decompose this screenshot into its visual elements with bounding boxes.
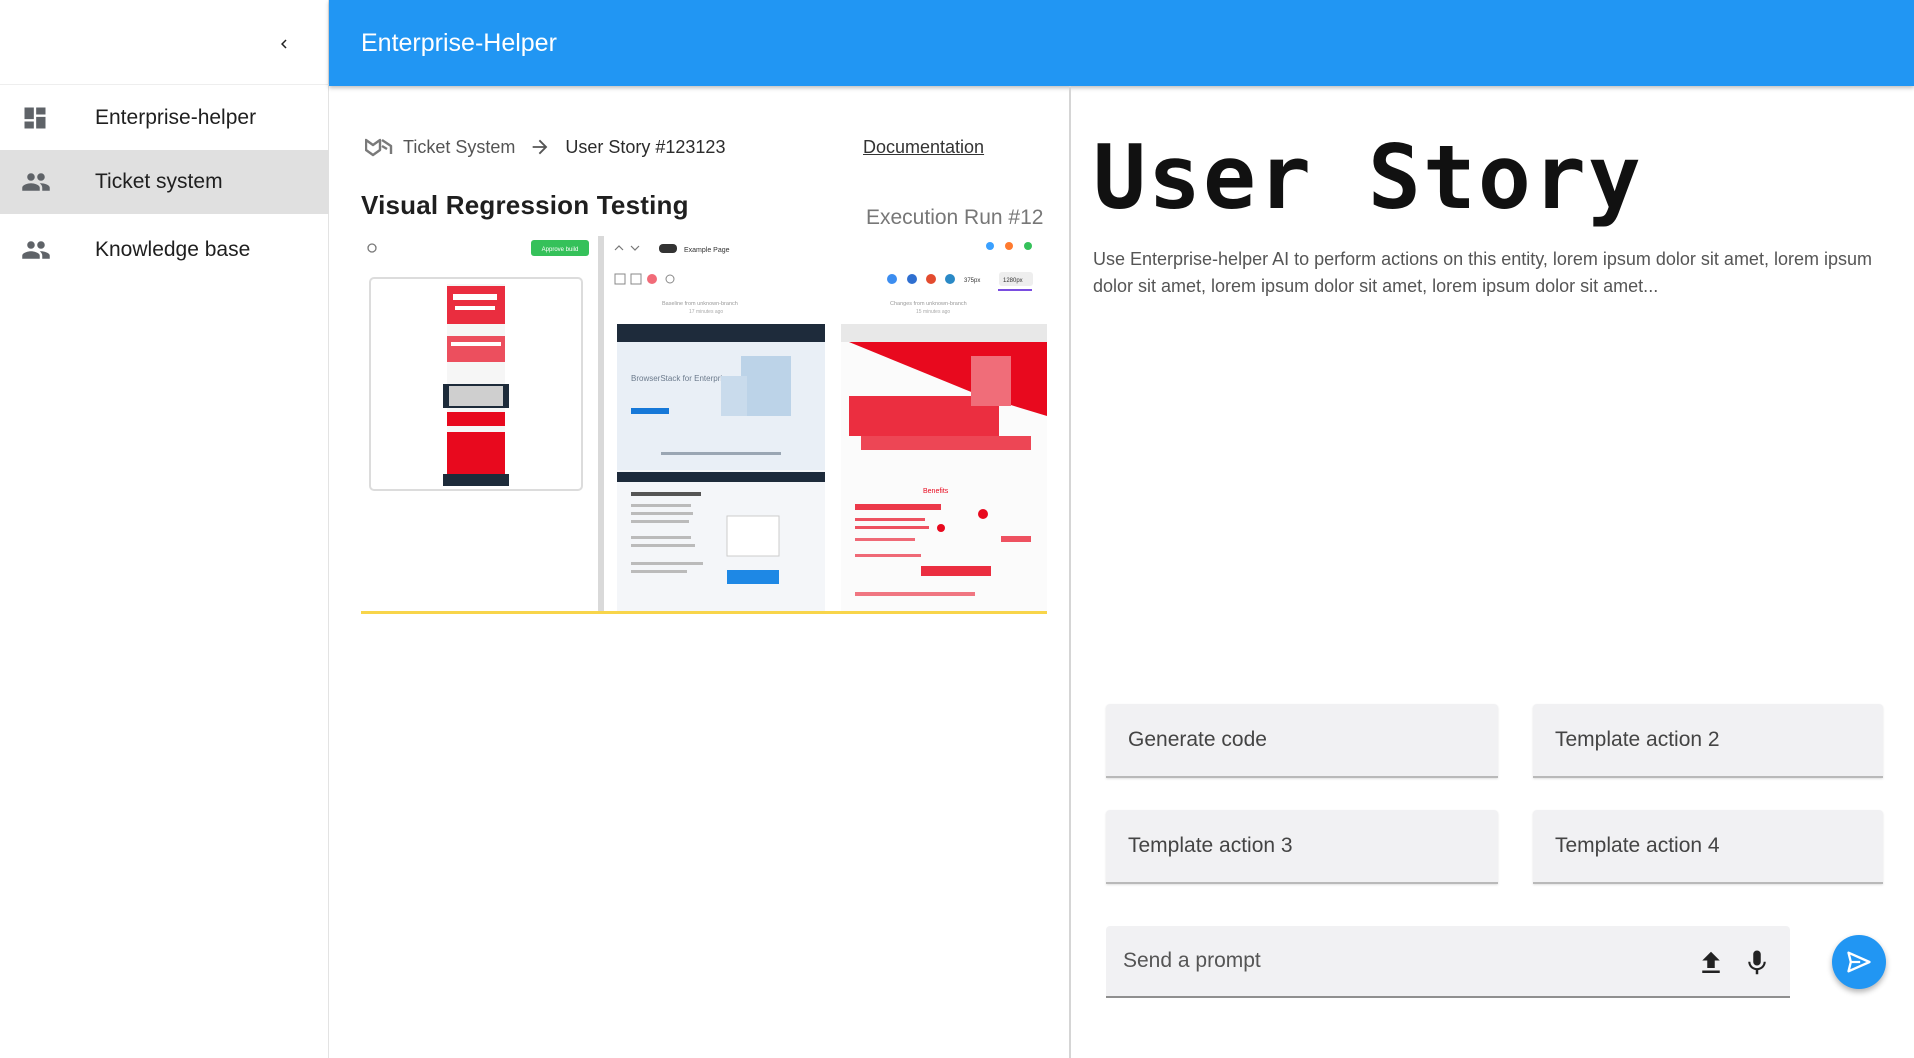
- sidebar-item-enterprise-helper[interactable]: Enterprise-helper: [0, 86, 329, 150]
- dashboard-icon: [0, 104, 95, 132]
- sidebar-item-label: Ticket system: [95, 170, 223, 193]
- microphone-button[interactable]: [1740, 946, 1774, 980]
- sidebar-item-knowledge-base[interactable]: Knowledge base: [0, 218, 329, 282]
- sidebar: Enterprise-helper Ticket system Knowledg…: [0, 0, 329, 1058]
- template-action-3-button[interactable]: Template action 3: [1106, 810, 1498, 884]
- visual-regression-screenshot: Approve build Example Page Baseline from…: [361, 236, 1047, 614]
- microphone-icon: [1748, 950, 1766, 975]
- breadcrumb-user-story[interactable]: User Story #123123: [565, 137, 725, 158]
- documentation-link[interactable]: Documentation: [863, 137, 984, 158]
- screenshot-svg: Approve build Example Page Baseline from…: [361, 236, 1047, 611]
- generate-code-button[interactable]: Generate code: [1106, 704, 1498, 778]
- example-page-label: Example Page: [684, 247, 730, 254]
- people-icon: [0, 167, 95, 197]
- changes-time: 15 minutes ago: [916, 309, 950, 315]
- collapse-sidebar-button[interactable]: [270, 30, 298, 58]
- app-logo-icon: [365, 138, 393, 157]
- baseline-label: Baseline from unknown-branch: [662, 301, 738, 307]
- width-1280-label: 1280px: [1003, 278, 1023, 284]
- arrow-right-icon: [533, 139, 548, 155]
- story-panel: User Story Use Enterprise-helper AI to p…: [1073, 86, 1914, 1058]
- benefits-text-changes: Benefits: [923, 488, 949, 495]
- approve-build-label: Approve build: [542, 247, 579, 253]
- sidebar-item-ticket-system[interactable]: Ticket system: [0, 150, 329, 214]
- breadcrumb: Ticket System User Story #123123: [365, 136, 725, 158]
- sidebar-divider: [0, 84, 329, 85]
- story-description: Use Enterprise-helper AI to perform acti…: [1093, 249, 1872, 296]
- hero-text-baseline: BrowserStack for Enterprise: [631, 374, 731, 383]
- send-icon: [1847, 951, 1871, 973]
- template-action-2-button[interactable]: Template action 2: [1533, 704, 1883, 778]
- chevron-left-icon: [281, 39, 287, 49]
- story-title: User Story: [1093, 126, 1643, 229]
- app-title: Enterprise-Helper: [361, 28, 557, 57]
- sidebar-nav: Enterprise-helper Ticket system Knowledg…: [0, 86, 329, 282]
- baseline-time: 17 minutes ago: [689, 309, 723, 315]
- execution-run-label: Execution Run #12: [866, 206, 1044, 229]
- ticket-panel: Ticket System User Story #123123 Documen…: [329, 86, 1071, 1058]
- sidebar-item-label: Knowledge base: [95, 238, 251, 261]
- prompt-input[interactable]: [1106, 926, 1686, 996]
- prompt-field: [1106, 926, 1790, 998]
- width-375-label: 375px: [964, 278, 980, 284]
- send-button[interactable]: [1832, 935, 1886, 989]
- changes-label: Changes from unknown-branch: [890, 301, 967, 307]
- template-action-4-button[interactable]: Template action 4: [1533, 810, 1883, 884]
- people-icon: [0, 235, 95, 265]
- sidebar-item-label: Enterprise-helper: [95, 106, 257, 129]
- app-bar: Enterprise-Helper: [329, 0, 1914, 86]
- upload-button[interactable]: [1694, 946, 1728, 980]
- ticket-title: Visual Regression Testing: [361, 190, 689, 220]
- upload-icon: [1702, 951, 1720, 973]
- breadcrumb-ticket-system[interactable]: Ticket System: [403, 137, 515, 158]
